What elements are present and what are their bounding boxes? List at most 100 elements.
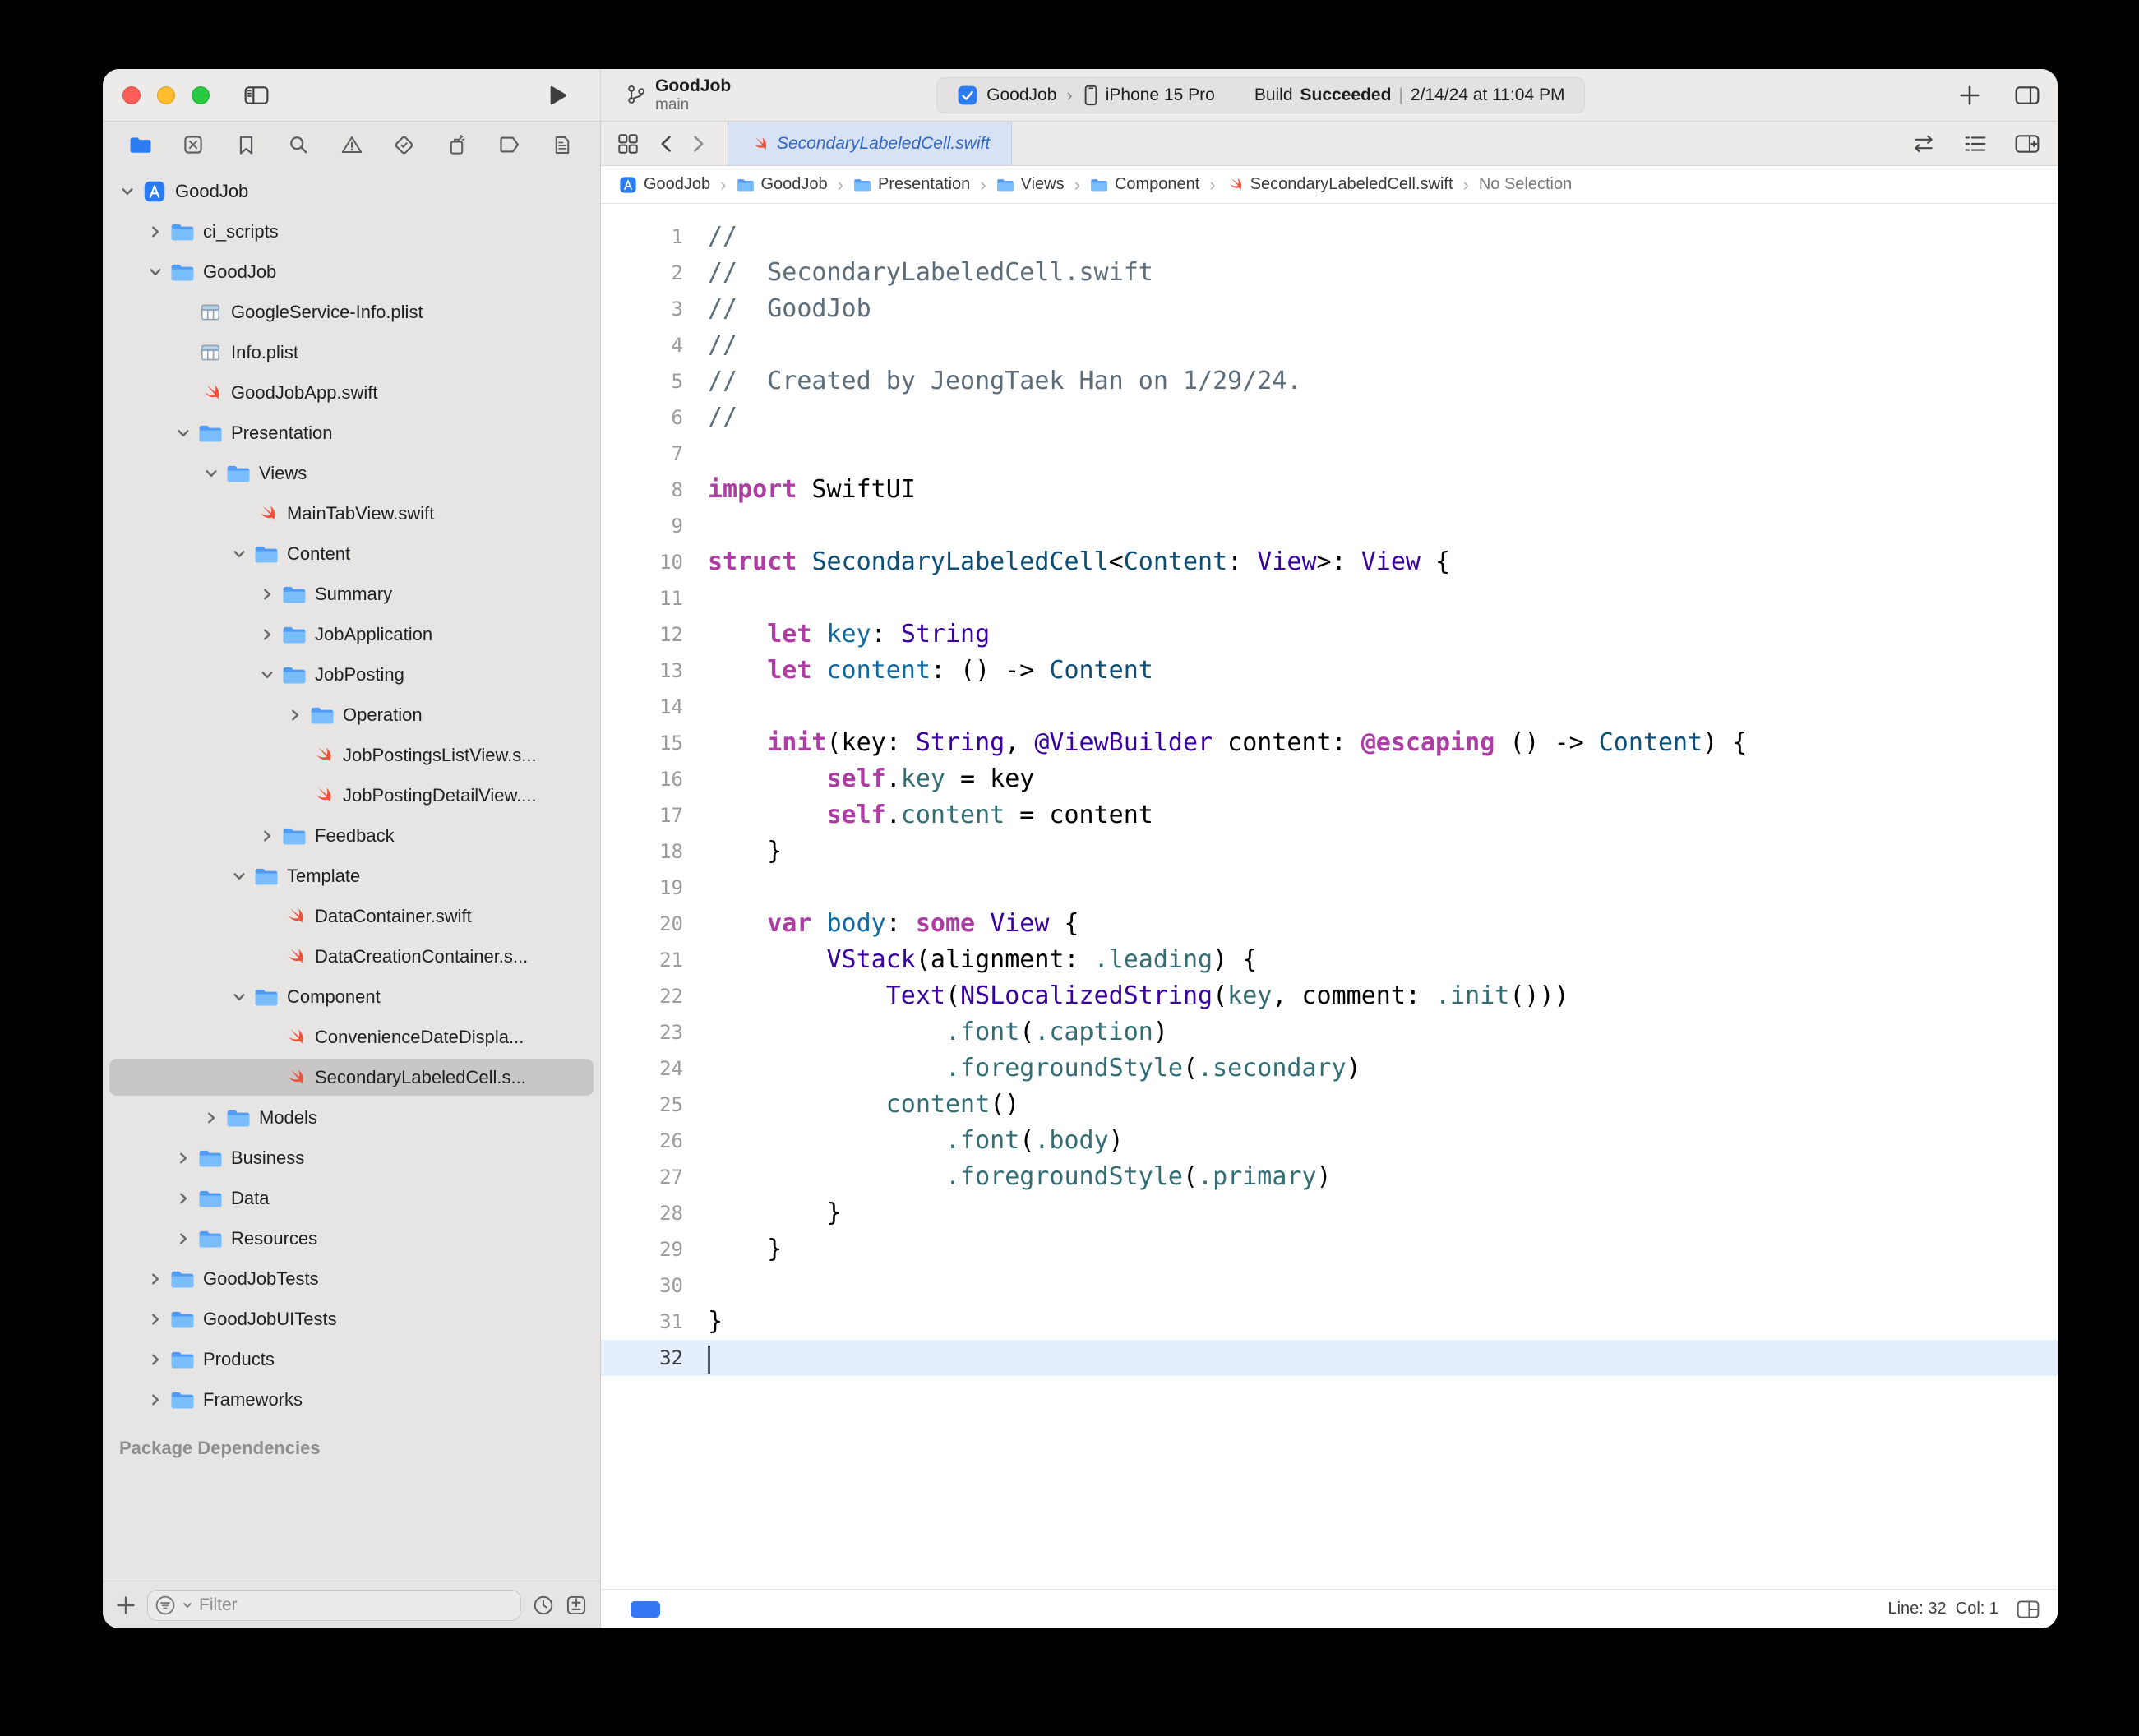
file-tree-item-products[interactable]: Products [103,1339,600,1379]
file-tree-item-summary[interactable]: Summary [103,574,600,614]
chevron-right-icon[interactable] [172,1232,195,1245]
chevron-right-icon[interactable] [144,1313,167,1326]
file-tree-item-content[interactable]: Content [103,533,600,574]
navigator-tab-find[interactable] [282,128,315,161]
file-tree-item-ci-scripts[interactable]: ci_scripts [103,211,600,252]
editor-tab-secondarylabeledcell[interactable]: SecondaryLabeledCell.swift [728,122,1012,165]
file-tree-item-maintabview-swift[interactable]: MainTabView.swift [103,493,600,533]
package-dependencies-header[interactable]: Package Dependencies [103,1420,600,1459]
file-tree-item-goodjobuitests[interactable]: GoodJobUITests [103,1299,600,1339]
chevron-right-icon[interactable] [144,225,167,238]
code-line-10[interactable]: 10struct SecondaryLabeledCell<Content: V… [601,544,2058,580]
code-line-13[interactable]: 13 let content: () -> Content [601,653,2058,689]
code-line-17[interactable]: 17 self.content = content [601,797,2058,833]
minimize-button[interactable] [157,86,175,104]
file-tree-item-business[interactable]: Business [103,1138,600,1178]
source-control-info[interactable]: GoodJob main [626,76,731,114]
code-line-8[interactable]: 8import SwiftUI [601,472,2058,508]
chevron-down-icon[interactable] [228,547,251,561]
file-tree-item-jobpostingslistview-s-[interactable]: JobPostingsListView.s... [103,735,600,775]
navigator-tab-issues[interactable] [335,128,368,161]
breadcrumb-item[interactable]: SecondaryLabeledCell.swift [1226,175,1453,194]
code-line-22[interactable]: 22 Text(NSLocalizedString(key, comment: … [601,978,2058,1014]
code-line-14[interactable]: 14 [601,689,2058,725]
chevron-right-icon[interactable] [284,709,307,722]
file-tree-item-info-plist[interactable]: Info.plist [103,332,600,372]
code-line-30[interactable]: 30 [601,1267,2058,1304]
file-tree-item-goodjob[interactable]: GoodJob [103,171,600,211]
add-editor-icon[interactable] [2015,134,2040,154]
code-line-6[interactable]: 6// [601,399,2058,436]
code-line-4[interactable]: 4// [601,327,2058,363]
library-plus-icon[interactable] [1959,85,1980,106]
breadcrumb-item[interactable]: Views [996,175,1065,194]
code-line-2[interactable]: 2// SecondaryLabeledCell.swift [601,255,2058,291]
code-line-25[interactable]: 25 content() [601,1087,2058,1123]
chevron-down-icon[interactable] [228,870,251,883]
file-tree-item-template[interactable]: Template [103,856,600,896]
file-tree-item-jobapplication[interactable]: JobApplication [103,614,600,654]
navigator-tab-changes[interactable] [177,128,210,161]
breadcrumb-item[interactable]: GoodJob [619,175,710,194]
file-tree-item-datacontainer-swift[interactable]: DataContainer.swift [103,896,600,936]
code-review-arrows-icon[interactable] [1911,135,1936,153]
code-line-12[interactable]: 12 let key: String [601,616,2058,653]
file-tree-item-data[interactable]: Data [103,1178,600,1218]
forward-chevron-icon[interactable] [693,135,705,153]
file-tree-item-frameworks[interactable]: Frameworks [103,1379,600,1420]
chevron-down-icon[interactable] [256,668,279,681]
code-line-1[interactable]: 1// [601,219,2058,255]
code-line-27[interactable]: 27 .foregroundStyle(.primary) [601,1159,2058,1195]
breadcrumb-item[interactable]: Presentation [853,175,970,194]
file-tree-item-goodjobtests[interactable]: GoodJobTests [103,1258,600,1299]
build-status[interactable]: Build Succeeded | 2/14/24 at 11:04 PM [1254,85,1565,105]
chevron-right-icon[interactable] [256,628,279,641]
navigator-tab-reports[interactable] [546,128,579,161]
file-tree-item-resources[interactable]: Resources [103,1218,600,1258]
minimap-list-icon[interactable] [1964,134,1987,154]
chevron-right-icon[interactable] [256,829,279,843]
chevron-right-icon[interactable] [256,588,279,601]
code-line-16[interactable]: 16 self.key = key [601,761,2058,797]
code-line-19[interactable]: 19 [601,870,2058,906]
run-button[interactable] [547,85,567,106]
file-tree-item-jobposting[interactable]: JobPosting [103,654,600,695]
add-item-icon[interactable] [116,1595,136,1615]
code-line-31[interactable]: 31} [601,1304,2058,1340]
chevron-right-icon[interactable] [200,1111,223,1124]
chevron-down-icon[interactable] [144,265,167,279]
code-line-7[interactable]: 7 [601,436,2058,472]
back-chevron-icon[interactable] [660,135,672,153]
chevron-down-icon[interactable] [200,467,223,480]
breadcrumb-item[interactable]: GoodJob [737,175,828,194]
code-line-32[interactable]: 32 [601,1340,2058,1376]
code-line-21[interactable]: 21 VStack(alignment: .leading) { [601,942,2058,978]
chevron-right-icon[interactable] [144,1272,167,1286]
code-editor[interactable]: 1//2// SecondaryLabeledCell.swift3// Goo… [601,204,2058,1589]
code-line-28[interactable]: 28 } [601,1195,2058,1231]
toggle-navigator-icon[interactable] [244,85,269,105]
code-line-15[interactable]: 15 init(key: String, @ViewBuilder conten… [601,725,2058,761]
breadcrumb-item[interactable]: Component [1090,175,1199,194]
chevron-down-icon[interactable] [228,990,251,1004]
zoom-button[interactable] [192,86,210,104]
file-tree-item-views[interactable]: Views [103,453,600,493]
code-line-18[interactable]: 18 } [601,833,2058,870]
scheme-selector[interactable]: GoodJob › [957,85,1073,106]
file-tree-item-goodjob[interactable]: GoodJob [103,252,600,292]
navigator-tab-bookmarks[interactable] [229,128,262,161]
editor-options-icon[interactable] [2017,1600,2040,1619]
code-line-11[interactable]: 11 [601,580,2058,616]
filter-field[interactable]: Filter [147,1590,521,1621]
chevron-down-icon[interactable] [172,427,195,440]
chevron-right-icon[interactable] [144,1353,167,1366]
code-line-24[interactable]: 24 .foregroundStyle(.secondary) [601,1050,2058,1087]
related-items-icon[interactable] [617,133,639,155]
code-line-3[interactable]: 3// GoodJob [601,291,2058,327]
chevron-right-icon[interactable] [172,1152,195,1165]
file-tree-item-presentation[interactable]: Presentation [103,413,600,453]
file-tree-item-datacreationcontainer-s-[interactable]: DataCreationContainer.s... [103,936,600,976]
navigator-tab-tests[interactable] [388,128,421,161]
chevron-right-icon[interactable] [144,1393,167,1406]
run-destination-selector[interactable]: iPhone 15 Pro [1084,85,1215,106]
